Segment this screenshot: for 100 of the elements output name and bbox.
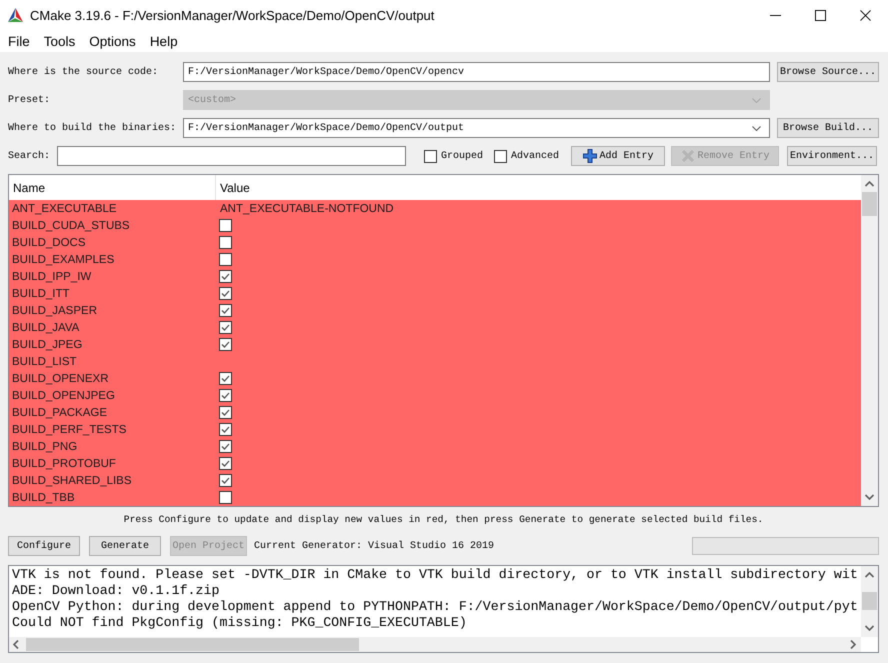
table-cell-text: BUILD_CUDA_STUBS [11, 220, 131, 232]
scroll-down-icon[interactable] [865, 625, 874, 631]
table-cell-text: BUILD_PACKAGE [11, 406, 108, 418]
status-hint: Press Configure to update and display new values in red, then press Generate to generate selected build files. [122, 513, 764, 527]
scrollbar[interactable] [861, 566, 878, 637]
triangle-logo-icon [8, 8, 23, 22]
value-checkbox[interactable] [219, 491, 232, 504]
action-button[interactable]: Configure [8, 536, 80, 556]
scroll-up-icon[interactable] [865, 181, 874, 187]
checkbox[interactable] [424, 150, 437, 162]
value-checkbox[interactable] [219, 406, 232, 419]
window-title: CMake 3.19.6 - F:/VersionManager/WorkSpace/Demo/OpenCV/output [30, 8, 434, 22]
table-row[interactable]: BUILD_SHARED_LIBS [9, 472, 861, 489]
menu-item[interactable]: File [1, 32, 37, 50]
table-cell-text: BUILD_LIST [11, 356, 78, 368]
table-row[interactable]: BUILD_PERF_TESTS [9, 421, 861, 438]
table-row[interactable]: BUILD_TBB [9, 489, 861, 506]
log-line: VTK is not found. Please set -DVTK_DIR in CMake to VTK build directory, or to VTK install subdirectory wit [12, 567, 859, 583]
table-cell-text: BUILD_IPP_IW [11, 270, 92, 282]
checkbox-label: Grouped [441, 150, 484, 162]
table-row[interactable]: BUILD_PACKAGE [9, 404, 861, 421]
table-cell: ANT_EXECUTABLE-NOTFOUND [220, 202, 394, 214]
field-label: Where is the source code: [8, 66, 160, 78]
value-checkbox[interactable] [219, 304, 232, 317]
menu-item[interactable]: Options [82, 32, 143, 50]
value-checkbox[interactable] [219, 457, 232, 470]
column-header[interactable]: Value [216, 175, 861, 200]
table-row[interactable]: BUILD_PROTOBUF [9, 455, 861, 472]
table-row[interactable]: BUILD_JAVA [9, 319, 861, 336]
table-cell-text: BUILD_PROTOBUF [11, 458, 117, 470]
table-row[interactable]: BUILD_LIST [9, 353, 861, 370]
table-row[interactable]: BUILD_CUDA_STUBS [9, 217, 861, 234]
checkbox[interactable] [494, 150, 508, 162]
scrollbar[interactable] [9, 637, 861, 652]
table-cell-text: BUILD_OPENEXR [11, 372, 110, 384]
field-label: Preset: [8, 94, 52, 106]
scrollbar[interactable] [861, 175, 878, 506]
generator-label: Current Generator: Visual Studio 16 2019 [254, 540, 494, 552]
dropdown-icon [752, 98, 761, 102]
scroll-left-icon[interactable] [13, 640, 19, 649]
value-checkbox[interactable] [219, 253, 232, 266]
dropdown-icon [752, 126, 761, 130]
table-row[interactable]: BUILD_OPENEXR [9, 370, 861, 387]
table-row[interactable]: BUILD_JASPER [9, 302, 861, 319]
table-cell-text: BUILD_OPENJPEG [11, 390, 116, 402]
scroll-down-icon[interactable] [865, 494, 874, 500]
table-cell-text: BUILD_SHARED_LIBS [11, 474, 133, 486]
close-icon[interactable] [860, 10, 871, 20]
table-row[interactable]: BUILD_JPEG [9, 336, 861, 353]
value-checkbox[interactable] [219, 474, 232, 487]
log-line: ADE: Download: v0.1.1f.zip [12, 583, 220, 599]
add-entry-button[interactable]: Add Entry [571, 146, 666, 166]
menu-item[interactable]: Help [142, 32, 185, 50]
table-cell-text: BUILD_JPEG [11, 338, 84, 350]
checkbox-label: Advanced [511, 150, 560, 162]
value-checkbox[interactable] [219, 440, 232, 453]
table-cell-text: BUILD_PERF_TESTS [11, 424, 128, 436]
table-cell-text: BUILD_PNG [11, 440, 78, 452]
browse-button[interactable]: Browse Source... [777, 62, 879, 82]
action-button[interactable]: Generate [89, 536, 161, 556]
table-row[interactable]: BUILD_OPENJPEG [9, 387, 861, 404]
table-cell-text: BUILD_JAVA [11, 322, 80, 334]
log-line: Could NOT find PkgConfig (missing: PKG_CONFIG_EXECUTABLE) [12, 615, 468, 631]
path-field[interactable]: F:/VersionManager/WorkSpace/Demo/OpenCV/opencv [183, 62, 770, 82]
value-checkbox[interactable] [219, 372, 232, 385]
table-row[interactable]: BUILD_PNG [9, 438, 861, 455]
value-checkbox[interactable] [219, 321, 232, 334]
scrollbar-thumb[interactable] [26, 638, 359, 651]
table-row[interactable]: BUILD_DOCS [9, 234, 861, 251]
environment-button[interactable]: Environment... [787, 146, 878, 166]
value-checkbox[interactable] [219, 423, 232, 436]
table-row[interactable]: BUILD_EXAMPLES [9, 251, 861, 268]
table-cell-text: BUILD_JASPER [11, 304, 98, 316]
table-row[interactable]: BUILD_IPP_IW [9, 268, 861, 285]
table-cell-text: BUILD_DOCS [11, 236, 86, 248]
minimize-icon[interactable] [770, 14, 781, 16]
scroll-right-icon[interactable] [850, 640, 856, 649]
table-cell-text: BUILD_ITT [11, 288, 71, 300]
field-label: Where to build the binaries: [8, 122, 178, 134]
value-checkbox[interactable] [219, 219, 232, 232]
table-cell-text: BUILD_TBB [11, 492, 76, 504]
table-cell-text: ANT_EXECUTABLE [11, 202, 118, 214]
path-combobox[interactable]: F:/VersionManager/WorkSpace/Demo/OpenCV/output [183, 118, 770, 138]
table-cell-text: BUILD_EXAMPLES [11, 254, 116, 266]
log-line: OpenCV Python: during development append to PYTHONPATH: F:/VersionManager/WorkSpace/Demo/OpenCV/output/pyt [12, 599, 859, 615]
value-checkbox[interactable] [219, 236, 232, 249]
value-checkbox[interactable] [219, 270, 232, 283]
plus-icon [582, 149, 597, 163]
value-checkbox[interactable] [219, 287, 232, 300]
scrollbar-thumb[interactable] [862, 592, 877, 610]
value-checkbox[interactable] [219, 389, 232, 402]
search-field[interactable] [57, 146, 406, 166]
table-row[interactable]: BUILD_ITT [9, 285, 861, 302]
scrollbar-thumb[interactable] [862, 192, 877, 216]
table-row[interactable]: ANT_EXECUTABLE ANT_EXECUTABLE-NOTFOUND [9, 200, 861, 217]
value-checkbox[interactable] [219, 338, 232, 351]
maximize-icon[interactable] [815, 10, 826, 20]
browse-button[interactable]: Browse Build... [777, 118, 879, 138]
menu-item[interactable]: Tools [36, 32, 82, 50]
scroll-up-icon[interactable] [865, 572, 874, 578]
